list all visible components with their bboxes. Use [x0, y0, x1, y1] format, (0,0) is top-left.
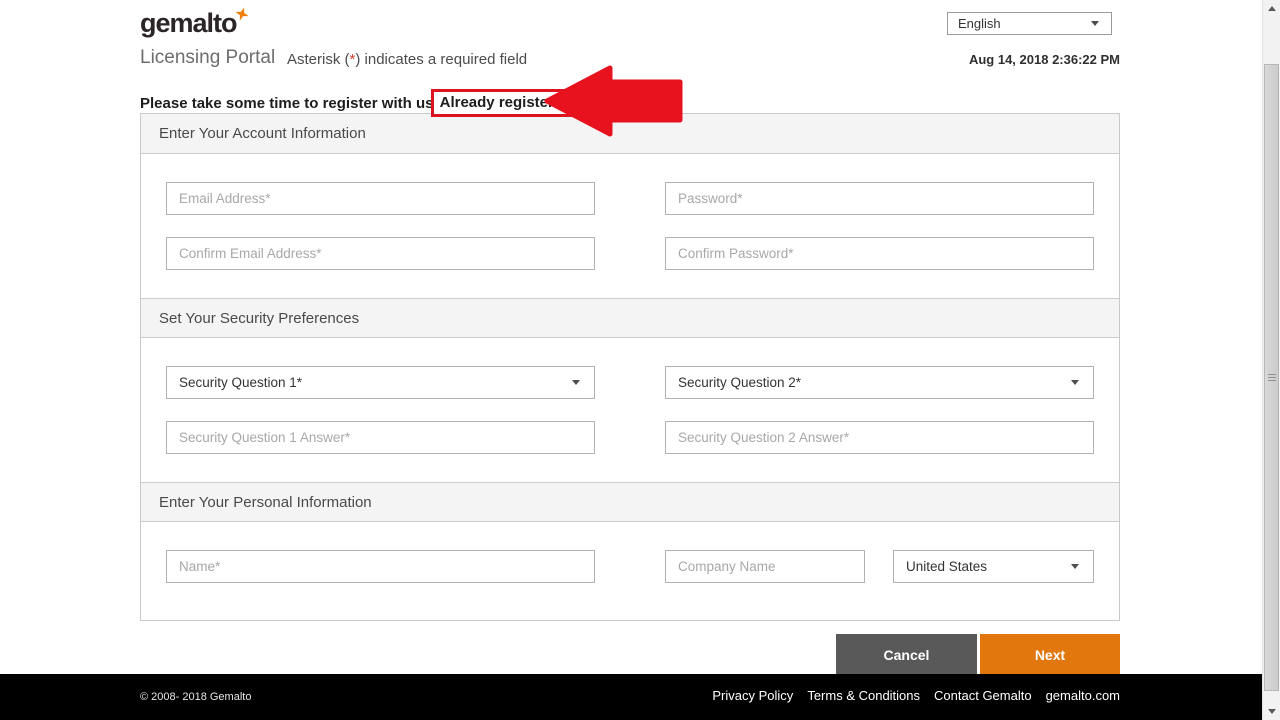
gemalto-logo: gemalto — [140, 8, 249, 38]
register-text: Please take some time to register with u… — [140, 95, 438, 112]
section-header-personal: Enter Your Personal Information — [141, 482, 1119, 522]
arrow-down-icon — [1268, 709, 1276, 714]
chevron-down-icon — [572, 380, 580, 385]
confirm-password-input[interactable] — [665, 237, 1094, 270]
annotation-arrow-icon — [544, 64, 684, 138]
country-select[interactable]: United States — [893, 550, 1094, 583]
gemalto-site-link[interactable]: gemalto.com — [1046, 688, 1120, 703]
registration-page: gemalto English Licensing Portal Asteris… — [0, 0, 1280, 720]
contact-gemalto-link[interactable]: Contact Gemalto — [934, 688, 1032, 703]
section-header-security: Set Your Security Preferences — [141, 298, 1119, 338]
scroll-down-button[interactable] — [1263, 703, 1280, 720]
country-value: United States — [906, 559, 1071, 574]
logo-text: gemalto — [140, 8, 237, 38]
section-body-security: Security Question 1* Security Question 2… — [141, 338, 1119, 482]
footer-links: Privacy Policy Terms & Conditions Contac… — [712, 688, 1120, 703]
vertical-scrollbar[interactable] — [1262, 0, 1280, 720]
required-field-note: Asterisk (*) indicates a required field — [287, 51, 527, 68]
portal-title: Licensing Portal — [140, 47, 275, 69]
chevron-down-icon — [1071, 564, 1079, 569]
registration-form: Enter Your Account Information Set Your … — [140, 113, 1120, 621]
scrollbar-thumb[interactable] — [1264, 64, 1279, 691]
privacy-policy-link[interactable]: Privacy Policy — [712, 688, 793, 703]
security-answer-2-input[interactable] — [665, 421, 1094, 454]
language-selector[interactable]: English — [947, 12, 1112, 35]
timestamp: Aug 14, 2018 2:36:22 PM — [969, 52, 1120, 67]
security-question-1-value: Security Question 1* — [179, 375, 572, 390]
security-question-2-select[interactable]: Security Question 2* — [665, 366, 1094, 399]
next-button[interactable]: Next — [980, 634, 1120, 675]
name-input[interactable] — [166, 550, 595, 583]
confirm-email-input[interactable] — [166, 237, 595, 270]
security-question-2-value: Security Question 2* — [678, 375, 1071, 390]
cancel-button[interactable]: Cancel — [836, 634, 977, 675]
company-name-input[interactable] — [665, 550, 865, 583]
password-input[interactable] — [665, 182, 1094, 215]
language-value: English — [958, 16, 1091, 31]
section-body-account — [141, 154, 1119, 298]
logo-star-icon — [235, 7, 249, 21]
form-actions: Cancel Next — [836, 634, 1120, 675]
arrow-up-icon — [1268, 6, 1276, 11]
section-body-personal: United States — [141, 522, 1119, 620]
terms-conditions-link[interactable]: Terms & Conditions — [807, 688, 920, 703]
scroll-up-button[interactable] — [1263, 0, 1280, 17]
chevron-down-icon — [1071, 380, 1079, 385]
email-input[interactable] — [166, 182, 595, 215]
security-question-1-select[interactable]: Security Question 1* — [166, 366, 595, 399]
copyright-text: © 2008- 2018 Gemalto — [140, 691, 251, 703]
chevron-down-icon — [1091, 21, 1099, 26]
scrollbar-grip-icon — [1268, 374, 1276, 381]
footer: © 2008- 2018 Gemalto Privacy Policy Term… — [0, 674, 1280, 720]
security-answer-1-input[interactable] — [166, 421, 595, 454]
